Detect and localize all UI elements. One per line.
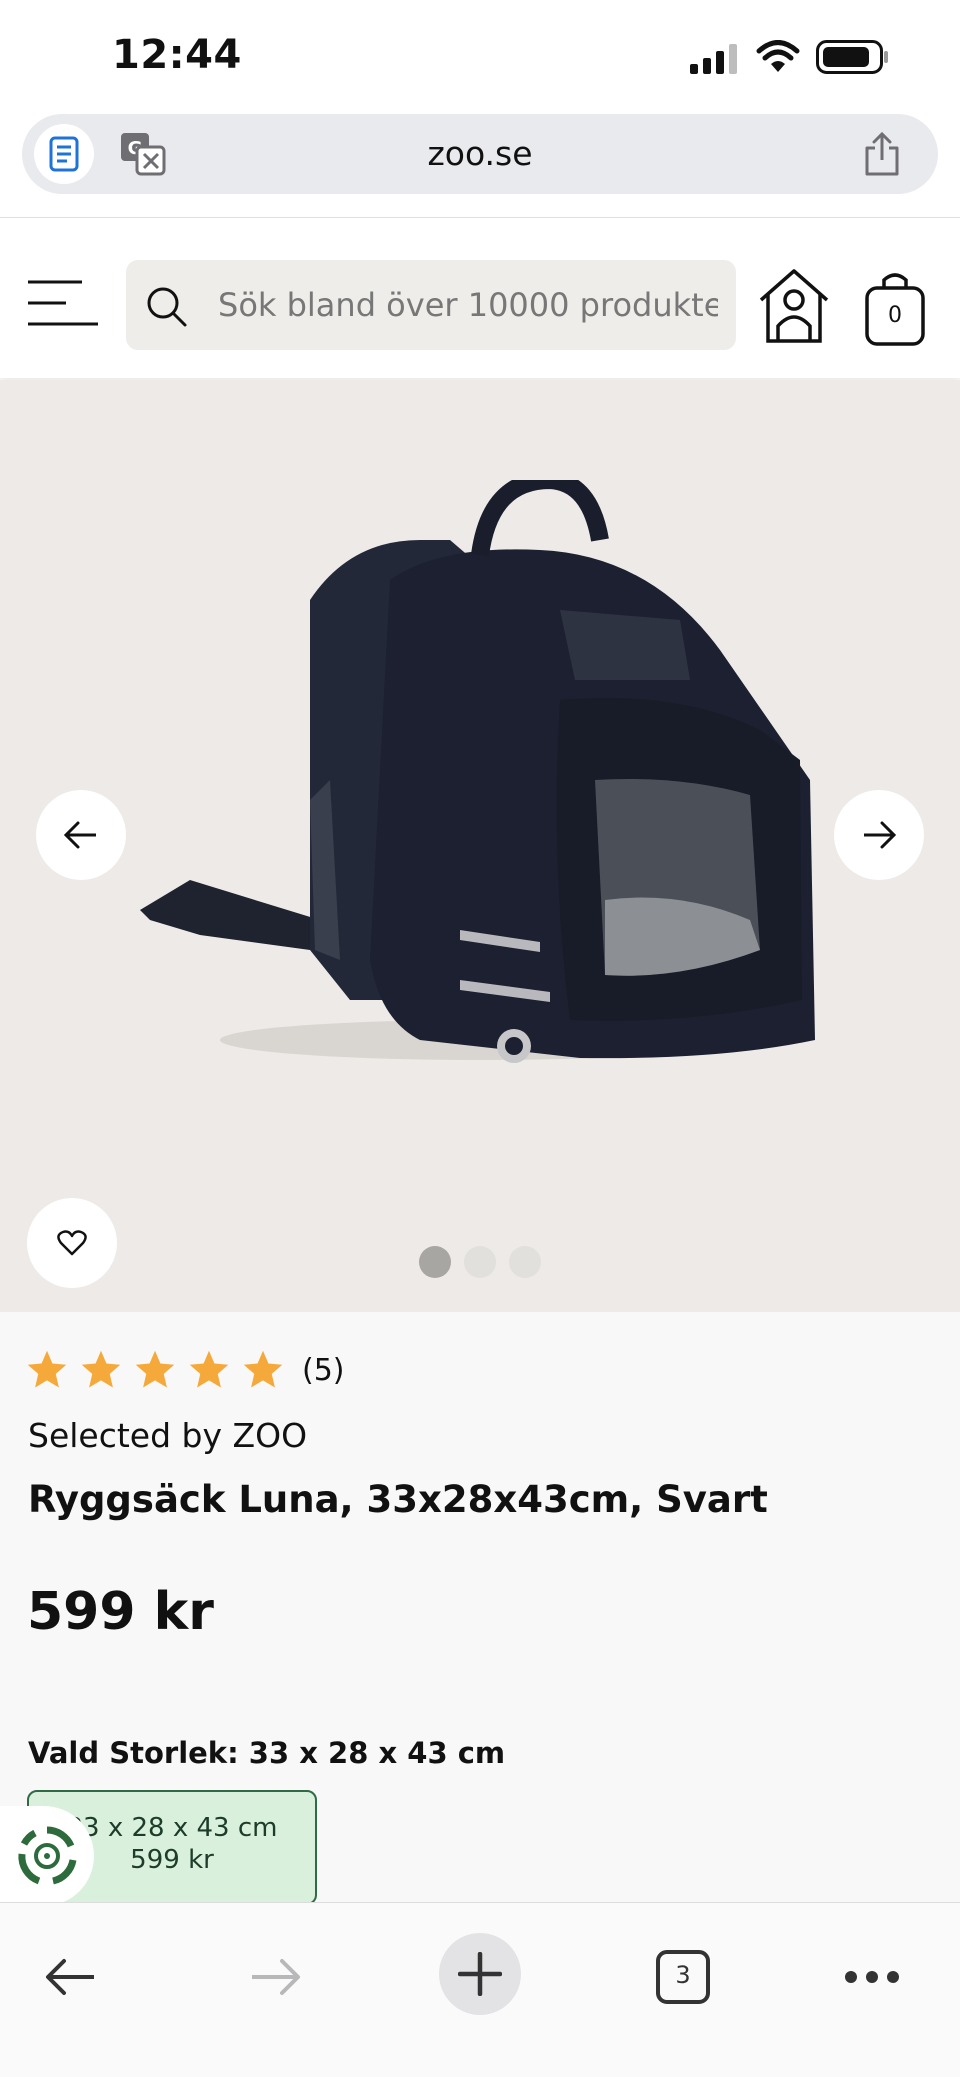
share-icon <box>865 131 899 176</box>
product-title: Ryggsäck Luna, 33x28x43cm, Svart <box>28 1478 768 1521</box>
tab-count: 3 <box>675 1961 691 1989</box>
arrow-left-icon <box>63 821 96 849</box>
review-count[interactable]: (5) <box>302 1353 345 1388</box>
product-brand[interactable]: Selected by ZOO <box>28 1416 307 1455</box>
search-box[interactable] <box>126 260 736 350</box>
product-image <box>140 480 815 1063</box>
battery-icon <box>816 40 888 74</box>
site-header: 0 <box>0 218 960 378</box>
cellular-signal-icon <box>690 44 737 74</box>
more-icon <box>845 1971 899 1983</box>
forward-arrow-icon <box>252 1959 300 1995</box>
product-gallery[interactable] <box>0 380 960 1312</box>
next-image-button[interactable] <box>834 790 924 880</box>
star-icon <box>135 1350 175 1388</box>
previous-image-button[interactable] <box>36 790 126 880</box>
star-icon <box>243 1350 283 1388</box>
wifi-icon <box>756 40 800 72</box>
menu-button[interactable] <box>26 278 100 328</box>
url-text[interactable]: zoo.se <box>22 134 938 173</box>
heart-icon <box>57 1230 87 1256</box>
back-button[interactable] <box>30 1937 110 2017</box>
tabs-button[interactable]: 3 <box>643 1937 723 2017</box>
arrow-right-icon <box>864 821 897 849</box>
account-button[interactable] <box>757 268 831 344</box>
doghouse-account-icon <box>759 269 829 343</box>
plus-icon <box>458 1952 502 1996</box>
search-icon[interactable] <box>144 284 188 328</box>
star-icon <box>81 1350 121 1388</box>
gallery-dot[interactable] <box>464 1246 496 1278</box>
back-arrow-icon <box>46 1959 94 1995</box>
gallery-dot[interactable] <box>419 1246 451 1278</box>
new-tab-button[interactable] <box>439 1933 521 2015</box>
favorite-button[interactable] <box>27 1198 117 1288</box>
selected-size-label: Vald Storlek: 33 x 28 x 43 cm <box>28 1736 506 1770</box>
search-input[interactable] <box>218 260 718 350</box>
status-bar: 12:44 <box>0 0 960 110</box>
forward-button[interactable] <box>236 1937 316 2017</box>
star-icon <box>189 1350 229 1388</box>
cart-button[interactable]: 0 <box>864 268 926 346</box>
browser-address-area: G zoo.se <box>0 110 960 218</box>
recycle-icon <box>18 1826 77 1885</box>
star-icon <box>27 1350 67 1388</box>
more-button[interactable] <box>832 1937 912 2017</box>
share-button[interactable] <box>856 128 908 180</box>
menu-icon <box>28 280 98 326</box>
product-price: 599 kr <box>27 1582 214 1642</box>
cart-count: 0 <box>888 303 902 328</box>
browser-toolbar: 3 <box>0 1902 960 2077</box>
rating-row[interactable]: (5) <box>26 1348 345 1392</box>
gallery-dot[interactable] <box>509 1246 541 1278</box>
status-time: 12:44 <box>112 32 242 78</box>
address-bar[interactable]: G zoo.se <box>22 114 938 194</box>
